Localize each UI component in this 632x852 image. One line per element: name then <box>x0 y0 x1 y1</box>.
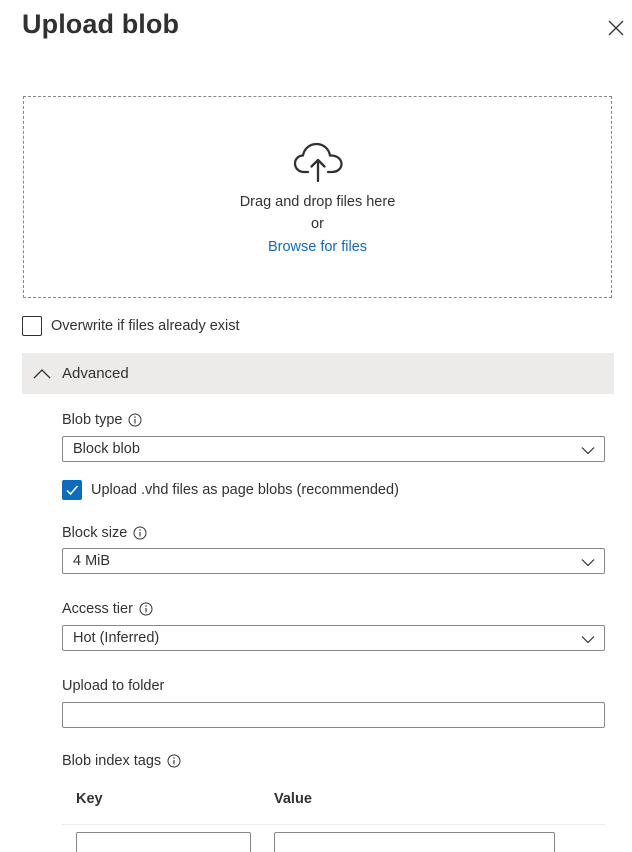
tags-column-value: Value <box>274 791 312 807</box>
info-icon[interactable] <box>139 602 153 616</box>
info-icon[interactable] <box>128 413 142 427</box>
blob-index-tags-label-text: Blob index tags <box>62 753 162 769</box>
block-size-label-text: Block size <box>62 525 128 541</box>
advanced-section-toggle[interactable]: Advanced <box>22 353 614 394</box>
access-tier-select[interactable]: Hot (Inferred) <box>62 625 605 651</box>
access-tier-value: Hot (Inferred) <box>73 630 160 646</box>
access-tier-label: Access tier <box>62 601 153 617</box>
blob-type-label: Blob type <box>62 412 142 428</box>
tags-table-divider <box>62 824 605 825</box>
chevron-up-icon <box>33 368 51 378</box>
tag-key-input[interactable] <box>76 832 251 852</box>
dropzone-or: or <box>311 216 324 232</box>
overwrite-checkbox-row[interactable]: Overwrite if files already exist <box>22 316 240 336</box>
overwrite-checkbox[interactable] <box>22 316 42 336</box>
blob-index-tags-label: Blob index tags <box>62 753 181 769</box>
chevron-down-icon <box>581 447 595 455</box>
upload-blob-panel: Upload blob Drag and drop files here or … <box>0 0 632 852</box>
blob-type-label-text: Blob type <box>62 412 123 428</box>
tag-value-input[interactable] <box>274 832 555 852</box>
overwrite-label: Overwrite if files already exist <box>51 318 240 334</box>
file-dropzone[interactable]: Drag and drop files here or Browse for f… <box>23 96 612 298</box>
checkmark-icon <box>66 485 79 496</box>
block-size-select[interactable]: 4 MiB <box>62 548 605 574</box>
vhd-label: Upload .vhd files as page blobs (recomme… <box>91 482 399 498</box>
access-tier-label-text: Access tier <box>62 601 133 617</box>
vhd-checkbox[interactable] <box>62 480 82 500</box>
blob-type-value: Block blob <box>73 441 140 457</box>
info-icon[interactable] <box>133 526 147 540</box>
upload-folder-input[interactable] <box>62 702 605 728</box>
vhd-checkbox-row[interactable]: Upload .vhd files as page blobs (recomme… <box>62 480 399 500</box>
panel-title: Upload blob <box>22 9 180 39</box>
block-size-label: Block size <box>62 525 147 541</box>
upload-folder-label: Upload to folder <box>62 678 165 694</box>
advanced-label: Advanced <box>62 365 129 382</box>
chevron-down-icon <box>581 636 595 644</box>
cloud-upload-icon <box>293 142 343 183</box>
dropzone-instruction: Drag and drop files here <box>239 194 396 210</box>
tags-column-key: Key <box>76 791 103 807</box>
close-icon <box>608 20 624 36</box>
blob-type-select[interactable]: Block blob <box>62 436 605 462</box>
close-button[interactable] <box>604 16 628 40</box>
info-icon[interactable] <box>167 754 181 768</box>
block-size-value: 4 MiB <box>73 553 111 569</box>
chevron-down-icon <box>581 559 595 567</box>
browse-files-link[interactable]: Browse for files <box>24 239 611 255</box>
